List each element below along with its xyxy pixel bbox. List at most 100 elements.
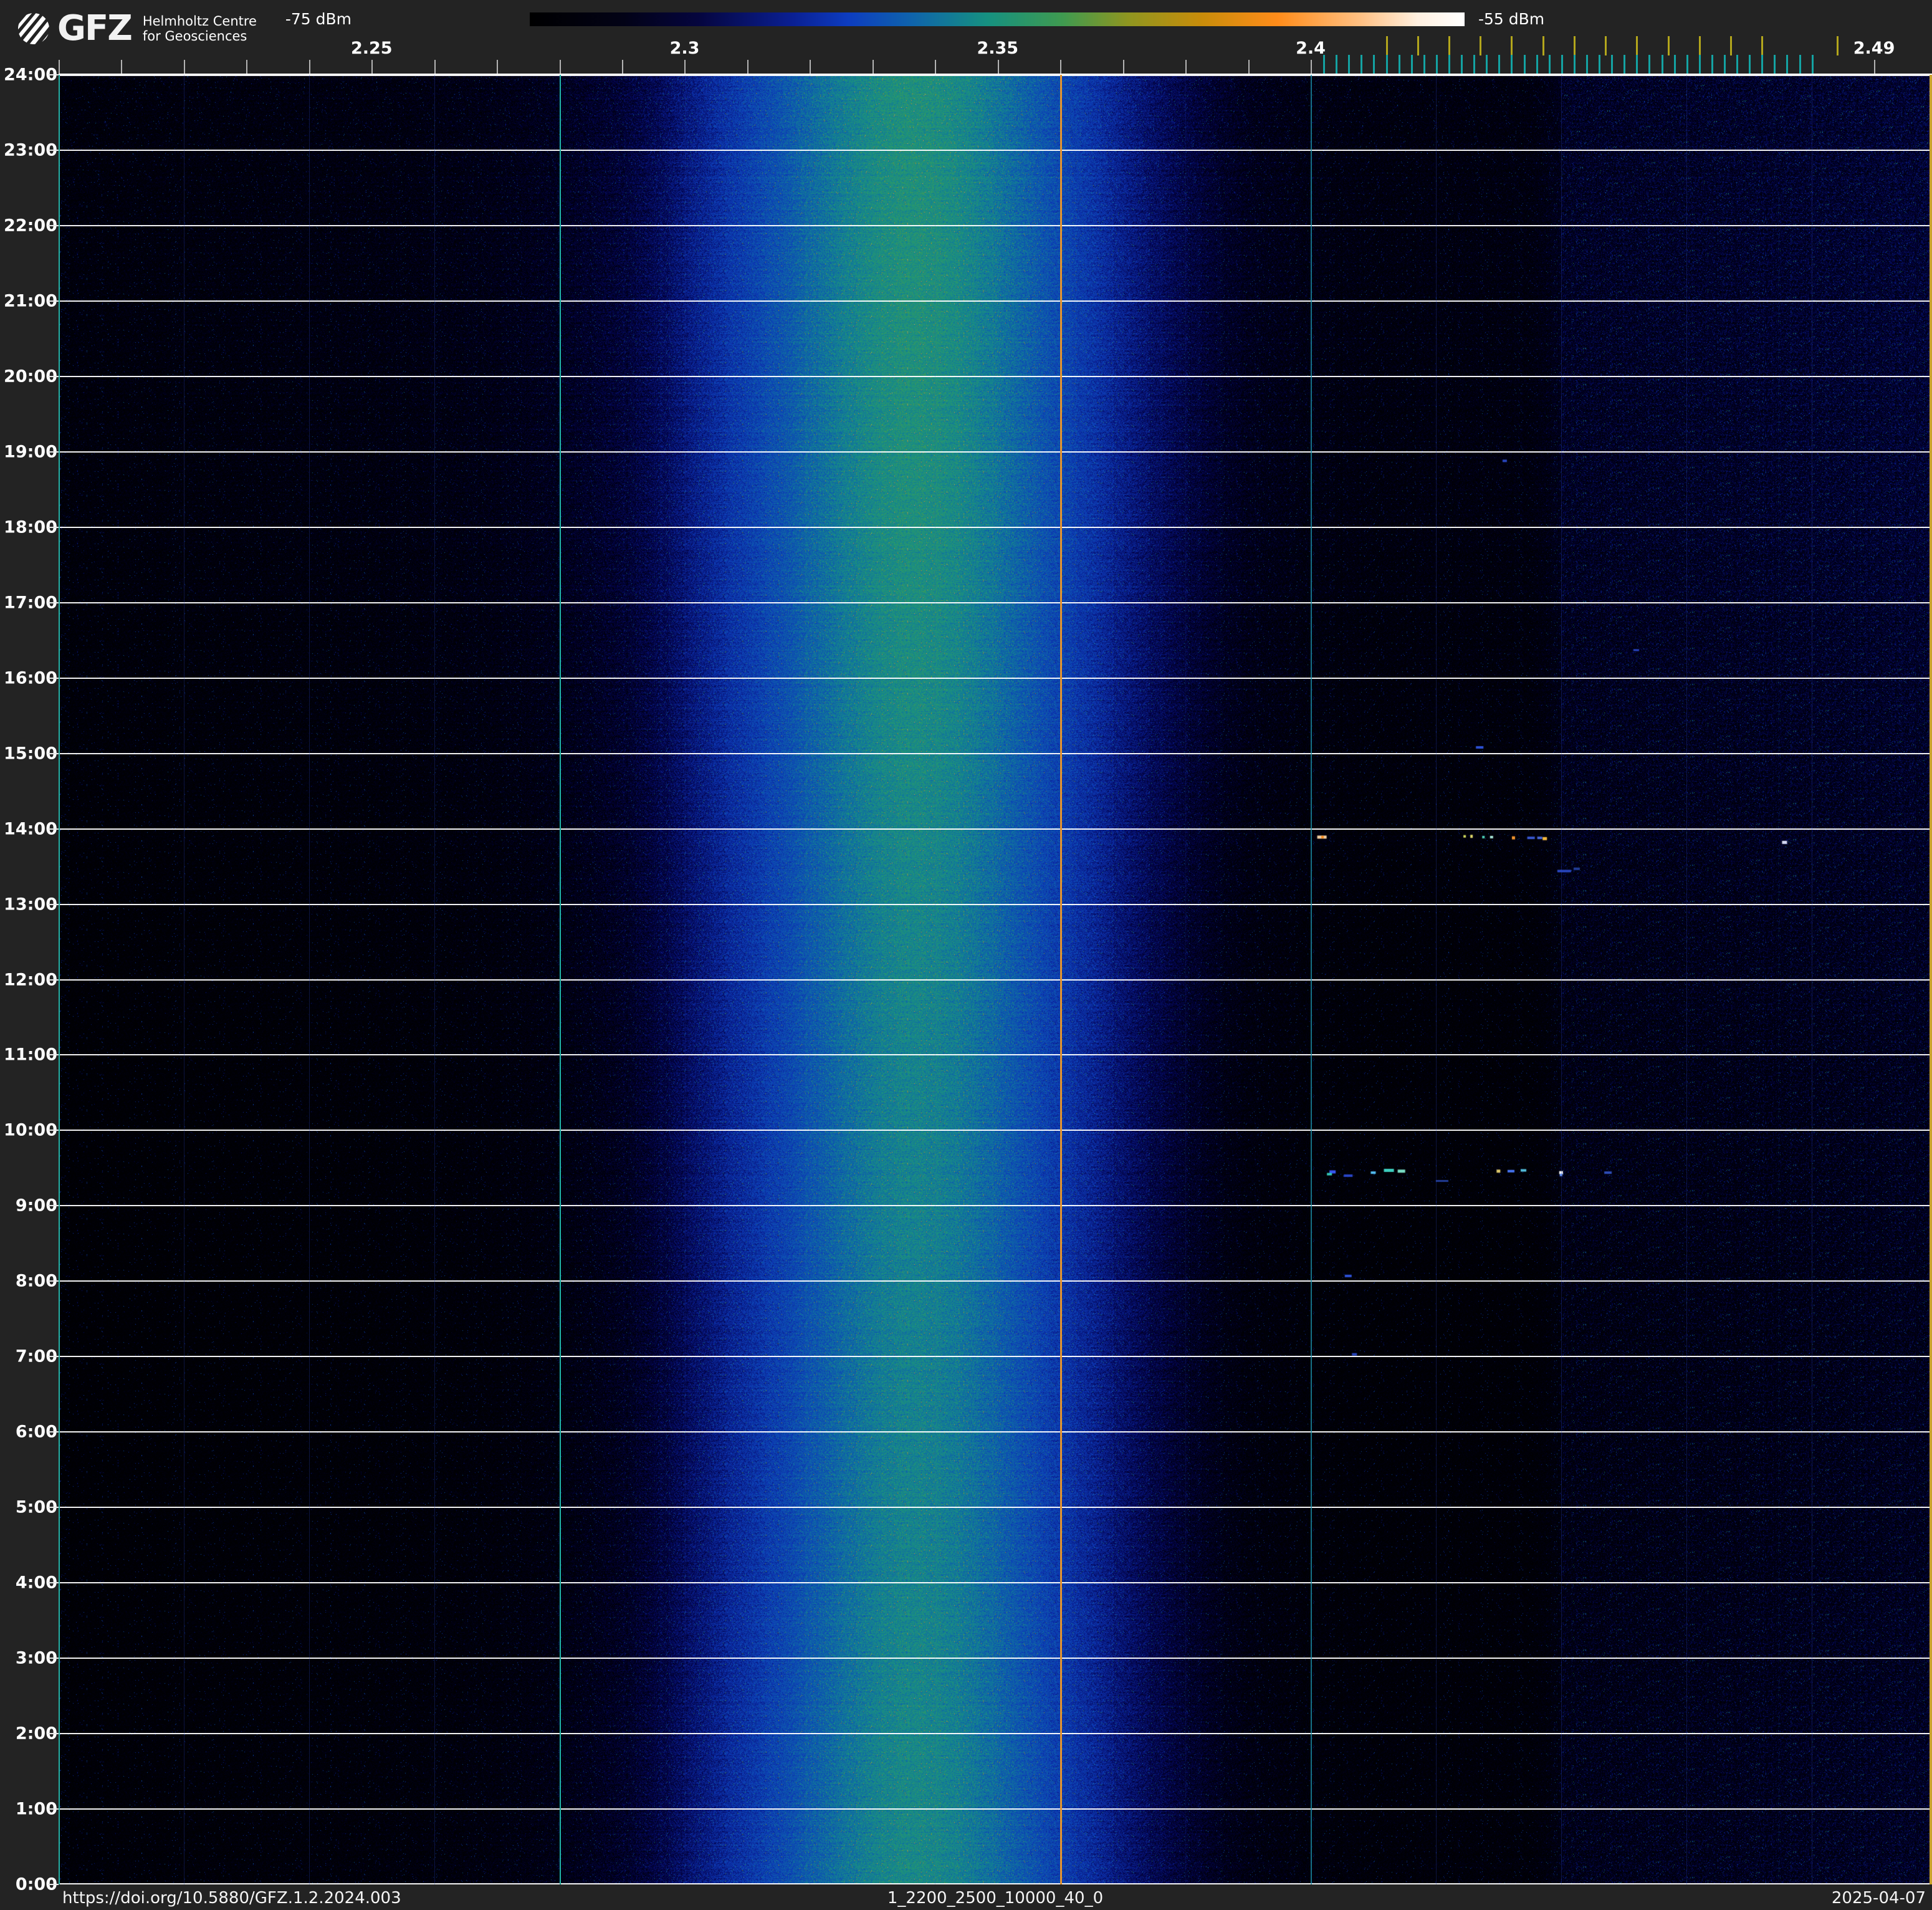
freq-tick-label: 2.4 [1296, 39, 1326, 58]
ble-channel-tick [1686, 55, 1688, 75]
colorbar-gradient [530, 12, 1465, 26]
ble-channel-tick [1373, 55, 1375, 75]
ble-channel-tick [1774, 55, 1776, 75]
time-tick [48, 1507, 59, 1509]
freq-minor-tick [684, 60, 686, 75]
freq-minor-tick [873, 60, 874, 75]
ble-channel-tick [1662, 55, 1663, 75]
freq-minor-tick [121, 60, 122, 75]
hour-gridline [59, 1658, 1932, 1659]
wifi-channel-tick [1542, 36, 1544, 55]
hour-gridline [59, 1431, 1932, 1433]
hour-gridline [59, 1883, 1932, 1884]
ble-channel-tick [1411, 55, 1413, 75]
hour-gridline [59, 375, 1932, 377]
ble-channel-tick [1599, 55, 1600, 75]
freq-gridline [1686, 75, 1687, 1884]
tagline-line2: for Geosciences [142, 29, 247, 44]
ble-channel-tick [1448, 55, 1450, 75]
freq-minor-tick [935, 60, 936, 75]
freq-minor-tick [309, 60, 310, 75]
ble-channel-tick [1386, 55, 1388, 75]
colorbar-max-label: -55 dBm [1478, 10, 1545, 28]
ble-channel-tick [1699, 55, 1701, 75]
wifi-channel-tick [1668, 36, 1670, 55]
freq-minor-tick [998, 60, 999, 75]
time-tick [48, 526, 59, 528]
spectrogram-page: GFZ Helmholtz Centre for Geosciences -75… [0, 0, 1932, 1910]
hour-gridline [59, 149, 1932, 151]
hour-gridline [59, 1205, 1932, 1207]
time-tick [48, 903, 59, 905]
freq-minor-tick [1123, 60, 1124, 75]
ble-channel-tick [1624, 55, 1625, 75]
wifi-channel-tick [1730, 36, 1732, 55]
doi-link: https://doi.org/10.5880/GFZ.1.2.2024.003 [62, 1889, 401, 1908]
marker-2.36 [1060, 75, 1062, 1884]
freq-tick-label: 2.35 [977, 39, 1019, 58]
hour-gridline [59, 979, 1932, 981]
ble-channel-tick [1724, 55, 1726, 75]
hour-gridline [59, 602, 1932, 603]
freq-gridline [685, 75, 686, 1884]
time-tick [48, 1658, 59, 1659]
wifi-channel-tick [1574, 36, 1576, 55]
time-tick [48, 828, 59, 830]
wifi-channel-tick [1480, 36, 1481, 55]
ble-channel-tick [1399, 55, 1400, 75]
freq-minor-tick [59, 60, 60, 75]
ble-channel-tick [1524, 55, 1526, 75]
gfz-globe-icon [18, 13, 49, 44]
freq-minor-tick [1874, 60, 1875, 75]
time-tick [48, 602, 59, 603]
time-tick [48, 677, 59, 679]
hour-gridline [59, 224, 1932, 226]
ble-channel-tick [1574, 55, 1576, 75]
hour-gridline [59, 677, 1932, 679]
freq-gridline [434, 75, 435, 1884]
plot-date: 2025-04-07 [1831, 1889, 1926, 1908]
ble-channel-tick [1549, 55, 1551, 75]
freq-minor-tick [1060, 60, 1061, 75]
ble-channel-tick [1648, 55, 1650, 75]
wifi-channel-tick [1386, 36, 1388, 55]
hour-gridline [59, 300, 1932, 302]
ble-channel-tick [1498, 55, 1500, 75]
hour-gridline [59, 1054, 1932, 1056]
wifi-channel-tick [1511, 36, 1513, 55]
time-tick [48, 224, 59, 226]
wifi-channel-tick [1761, 36, 1763, 55]
hour-gridline [59, 75, 1932, 76]
ble-channel-tick [1336, 55, 1337, 75]
wifi-channel-tick [1448, 36, 1450, 55]
marker-2.28 [560, 75, 561, 1884]
freq-minor-tick [1311, 60, 1312, 75]
time-tick [48, 1054, 59, 1056]
hour-gridline [59, 1130, 1932, 1131]
freq-minor-tick [371, 60, 373, 75]
freq-minor-tick [622, 60, 623, 75]
time-tick [48, 1884, 59, 1885]
dataset-name: 1_2200_2500_10000_40_0 [887, 1889, 1104, 1908]
freq-gridline [1436, 75, 1437, 1884]
hour-gridline [59, 1808, 1932, 1810]
time-tick [48, 752, 59, 754]
time-tick [48, 300, 59, 302]
time-tick [48, 1356, 59, 1358]
freq-tick-label: 2.25 [350, 39, 393, 58]
hour-gridline [59, 451, 1932, 453]
wifi-channel-tick [1699, 36, 1701, 55]
wifi-channel-tick [1605, 36, 1607, 55]
freq-gridline [1185, 75, 1186, 1884]
time-tick [48, 1205, 59, 1207]
ble-channel-tick [1812, 55, 1814, 75]
time-tick [48, 979, 59, 981]
freq-tick-label: 2.49 [1853, 39, 1895, 58]
ble-channel-tick [1711, 55, 1713, 75]
brand-tagline: Helmholtz Centre for Geosciences [143, 14, 257, 44]
colorbar-legend: -75 dBm -55 dBm [285, 10, 1546, 28]
time-tick [48, 1582, 59, 1584]
ble-channel-tick [1786, 55, 1788, 75]
hour-gridline [59, 1582, 1932, 1584]
freq-minor-tick [246, 60, 247, 75]
